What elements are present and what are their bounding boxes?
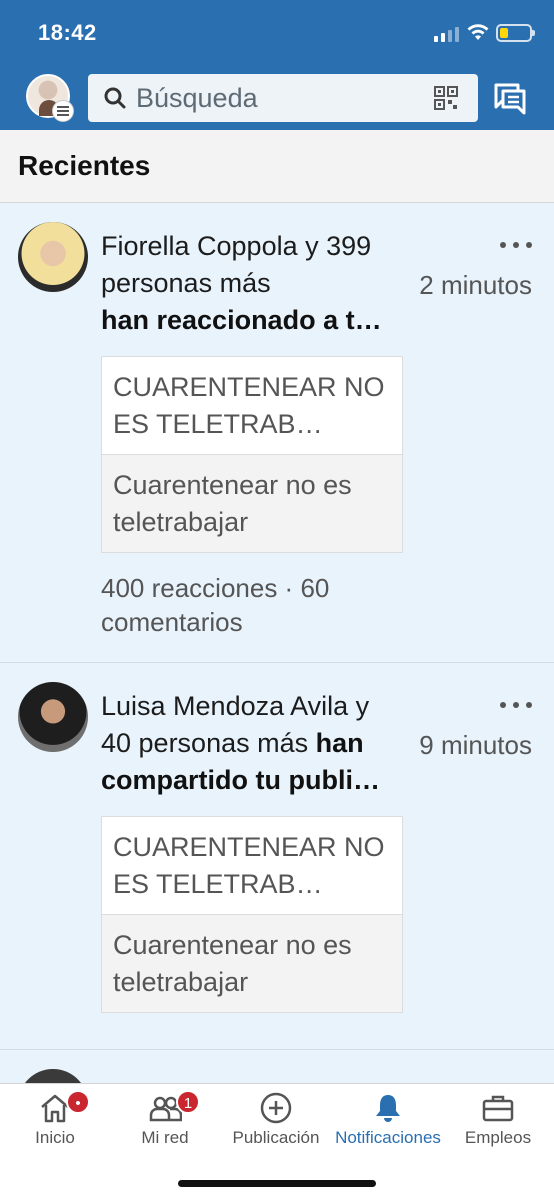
tab-label: Publicación	[232, 1128, 320, 1147]
briefcase-icon	[482, 1095, 514, 1122]
tab-publicacion[interactable]: Publicación	[221, 1084, 331, 1164]
card-title: CUARENTENEAR NO ES TELETRAB…	[113, 832, 385, 899]
tab-label: Empleos	[464, 1128, 532, 1147]
notification-text: Fiorella Coppola y 399 personas más han …	[101, 231, 382, 335]
bell-icon	[376, 1095, 400, 1122]
messaging-icon[interactable]	[492, 80, 528, 116]
section-title: Recientes	[18, 150, 151, 181]
app-header: 18:42 Búsqueda	[0, 0, 554, 130]
engagement-stats[interactable]: 400 reacciones · 60 comentarios	[101, 571, 401, 639]
avatar[interactable]	[18, 682, 88, 752]
notification-badge: 1	[176, 1090, 200, 1114]
section-header: Recientes	[0, 130, 554, 203]
notification-time: 9 minutos	[419, 730, 532, 760]
add-post-icon	[260, 1092, 292, 1124]
notification-item[interactable]: Luisa Mendoza Avila y 40 personas más ha…	[0, 664, 554, 1050]
post-preview-card[interactable]: CUARENTENEAR NO ES TELETRAB… Cuarentenea…	[101, 816, 403, 1013]
tab-empleos[interactable]: Empleos	[443, 1084, 553, 1164]
home-indicator	[178, 1180, 376, 1187]
post-preview-card[interactable]: CUARENTENEAR NO ES TELETRAB… Cuarentenea…	[101, 356, 403, 553]
menu-icon	[52, 100, 74, 122]
search-placeholder: Búsqueda	[136, 82, 258, 113]
search-bar[interactable]: Búsqueda	[88, 74, 478, 122]
battery-icon	[496, 24, 535, 42]
more-options-icon[interactable]	[500, 702, 532, 710]
notification-text: Luisa Mendoza Avila y 40 personas más ha…	[101, 691, 380, 795]
profile-avatar[interactable]	[26, 74, 74, 122]
status-time: 18:42	[38, 20, 97, 45]
notification-item[interactable]: Fiorella Coppola y 399 personas más han …	[0, 204, 554, 663]
tab-mi-red[interactable]: 1 Mi red	[110, 1084, 220, 1164]
wifi-icon	[467, 24, 489, 40]
search-icon	[104, 87, 126, 109]
cellular-signal-icon	[434, 26, 459, 42]
notification-time: 2 minutos	[419, 270, 532, 300]
card-description: Cuarentenear no es teletrabajar	[102, 914, 402, 1012]
status-bar: 18:42	[0, 0, 554, 66]
card-title: CUARENTENEAR NO ES TELETRAB…	[113, 372, 385, 439]
qr-code-icon[interactable]	[434, 86, 458, 110]
avatar[interactable]	[18, 222, 88, 292]
more-options-icon[interactable]	[500, 242, 532, 250]
tab-notificaciones[interactable]: Notificaciones	[333, 1084, 443, 1164]
card-description: Cuarentenear no es teletrabajar	[102, 454, 402, 552]
notification-badge: •	[66, 1090, 90, 1114]
tab-inicio[interactable]: • Inicio	[0, 1084, 110, 1164]
